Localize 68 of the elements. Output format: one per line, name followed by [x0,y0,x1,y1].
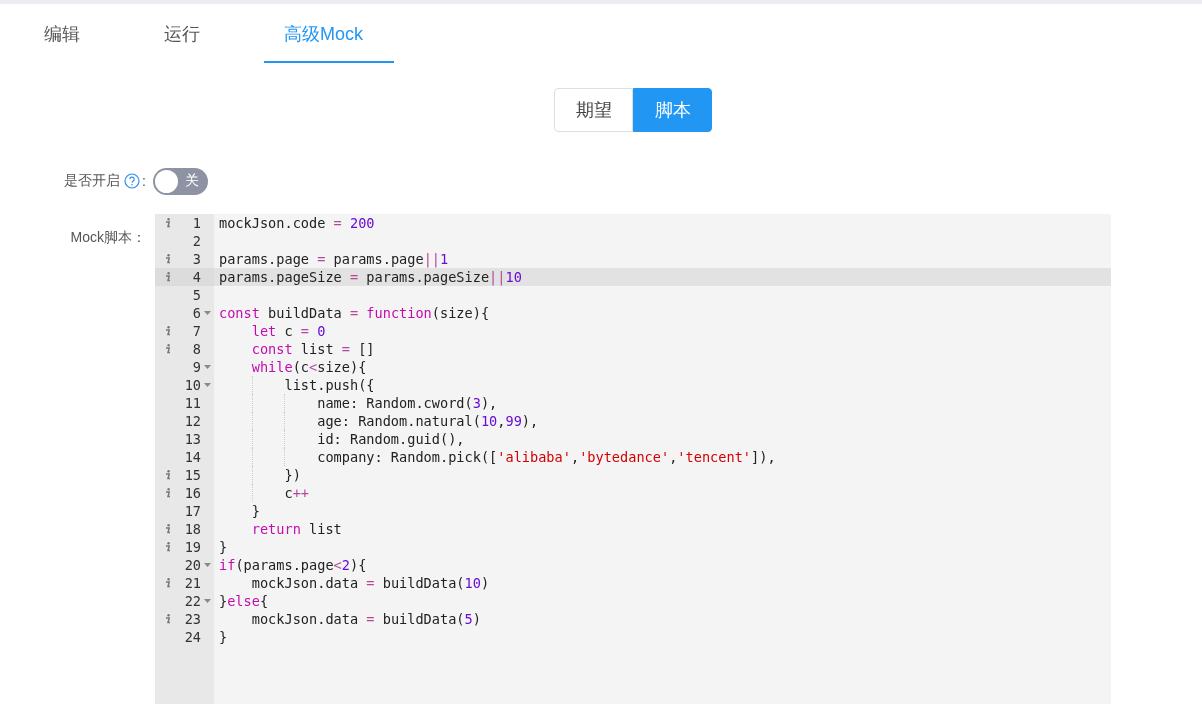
line-number: 23 [183,611,201,627]
colon-text: : [142,173,146,189]
code-line: mockJson.data = buildData(10) [250,575,490,591]
info-icon[interactable] [165,542,171,552]
line-number: 24 [183,629,201,645]
line-number: 12 [183,413,201,429]
code-line: c++ [283,485,310,501]
code-line: } [250,503,260,519]
info-icon[interactable] [165,524,171,534]
code-editor[interactable] [155,214,1111,704]
info-icon[interactable] [165,254,171,264]
code-line: if(params.page<2){ [219,557,367,573]
fold-icon[interactable] [204,383,211,387]
fold-icon[interactable] [204,599,211,603]
line-number: 11 [183,395,201,411]
line-number: 9 [191,359,201,375]
code-line: }else{ [219,593,269,609]
line-number: 10 [183,377,201,393]
fold-icon[interactable] [204,311,211,315]
info-icon[interactable] [165,470,171,480]
line-number: 3 [191,251,201,267]
info-icon[interactable] [165,614,171,624]
code-line: mockJson.data = buildData(5) [250,611,481,627]
line-number: 21 [183,575,201,591]
code-line: list.push({ [283,377,375,393]
code-line: }) [283,467,301,483]
code-line: mockJson.code = 200 [219,215,375,231]
help-icon[interactable] [124,173,141,189]
info-icon[interactable] [165,218,171,228]
code-line: params.page = params.page||1 [219,251,449,267]
code-line: } [219,539,228,555]
fold-icon[interactable] [204,563,211,567]
line-number: 8 [191,341,201,357]
line-number: 1 [191,215,201,231]
line-number: 13 [183,431,201,447]
info-icon[interactable] [165,578,171,588]
line-number: 4 [191,269,201,285]
line-number: 19 [183,539,201,555]
code-line: const buildData = function(size){ [219,305,490,321]
line-number: 5 [191,287,201,303]
line-number: 20 [183,557,201,573]
code-line: while(c<size){ [250,359,367,375]
line-number: 7 [191,323,201,339]
code-line: id: Random.guid(), [316,431,465,447]
line-number: 16 [183,485,201,501]
field-label: 是否开启 [64,172,121,190]
fold-icon[interactable] [204,365,211,369]
line-number: 17 [183,503,201,519]
line-number: 22 [183,593,201,609]
code-line: return list [250,521,342,537]
info-icon[interactable] [165,488,171,498]
field-label: Mock脚本： [69,228,147,247]
info-icon[interactable] [165,344,171,354]
code-line: params.pageSize = params.pageSize||10 [219,269,522,285]
code-line: } [219,629,228,645]
code-line: company: Random.pick(['alibaba','bytedance','tencent']), [316,449,776,465]
line-number: 15 [183,467,201,483]
info-icon[interactable] [165,326,171,336]
line-number: 6 [191,305,201,321]
code-line: let c = 0 [250,323,326,339]
info-icon[interactable] [165,272,171,282]
code-line: const list = [] [250,341,375,357]
line-number: 2 [191,233,201,249]
code-line: name: Random.cword(3), [316,395,498,411]
segment-button[interactable]: 期望 [554,88,633,132]
line-number: 18 [183,521,201,537]
code-line: age: Random.natural(10,99), [316,413,539,429]
line-number: 14 [183,449,201,465]
